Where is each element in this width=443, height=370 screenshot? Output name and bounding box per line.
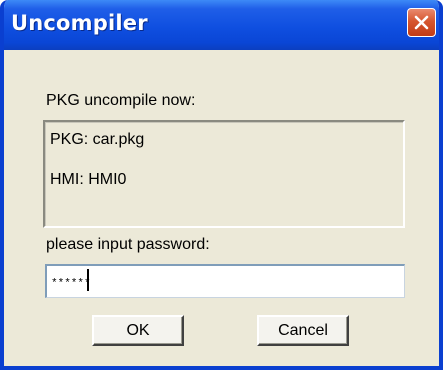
password-prompt-label: please input password: xyxy=(46,236,210,253)
hmi-info-label: HMI: HMI0 xyxy=(50,171,127,188)
cancel-button[interactable]: Cancel xyxy=(257,315,349,346)
ok-button[interactable]: OK xyxy=(92,315,184,346)
close-icon xyxy=(414,15,429,30)
pkg-info-label: PKG: car.pkg xyxy=(50,131,145,148)
window-title: Uncompiler xyxy=(11,11,148,35)
text-caret xyxy=(87,269,89,291)
uncompile-heading: PKG uncompile now: xyxy=(46,92,196,109)
close-button[interactable] xyxy=(407,8,436,37)
title-bar[interactable]: Uncompiler xyxy=(4,0,439,50)
password-input[interactable] xyxy=(45,264,405,298)
